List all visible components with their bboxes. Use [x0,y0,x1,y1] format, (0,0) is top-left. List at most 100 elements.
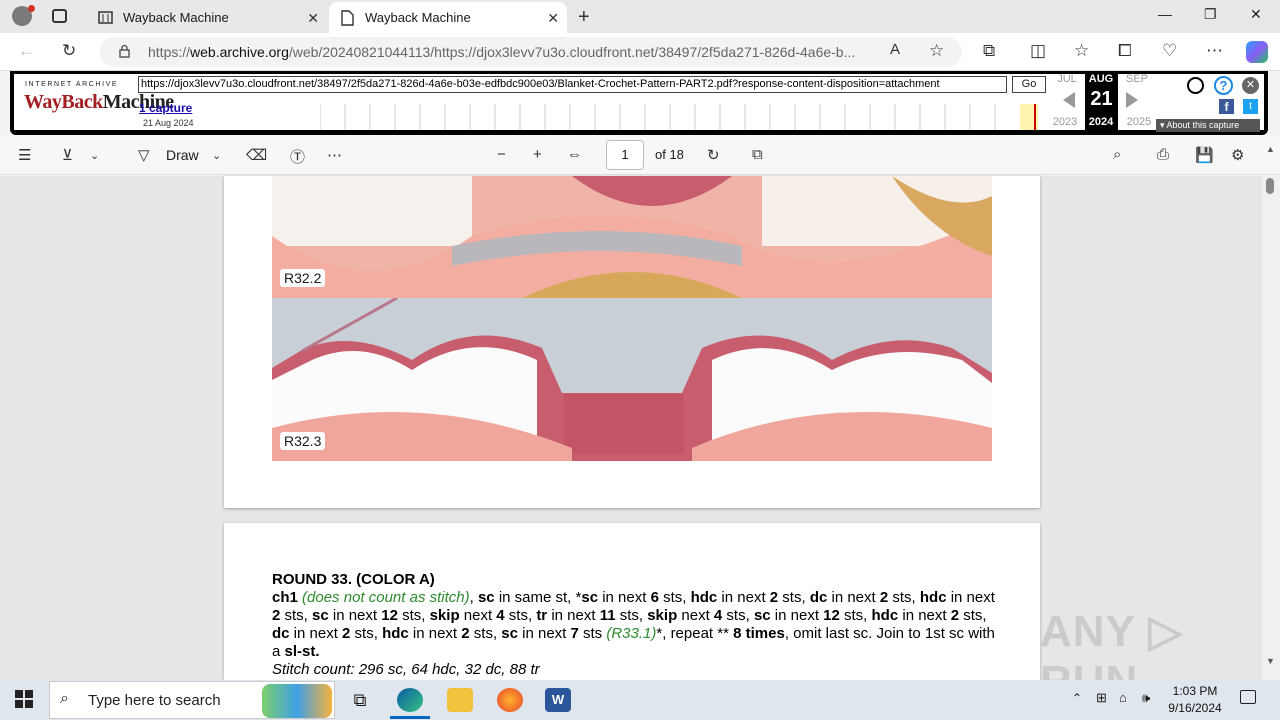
search-icon: ⌕ [60,690,69,707]
tab-wayback-2[interactable]: Wayback Machine ✕ [329,2,567,33]
text: sts, [888,589,920,606]
search-icon[interactable]: ⌕ [1113,146,1121,163]
copilot-icon[interactable] [1246,41,1268,63]
count: 12 [823,607,840,624]
favorite-star-icon[interactable]: ☆ [929,41,944,61]
count: 2 [461,625,470,642]
scroll-thumb[interactable] [1266,178,1274,194]
word-icon[interactable]: W [545,688,571,712]
browser-essentials-icon[interactable]: ♡ [1162,41,1177,61]
notifications-icon[interactable] [1240,690,1256,704]
text-box-icon[interactable]: Ⓣ [290,146,305,167]
erase-icon[interactable]: ⌫ [246,146,267,164]
next-arrow-icon[interactable] [1126,92,1138,108]
settings-more-icon[interactable]: ⋯ [1206,41,1223,61]
back-icon[interactable]: ← [18,41,35,61]
file-explorer-icon[interactable] [447,688,473,712]
repeat-count: 8 times [733,625,785,642]
start-button[interactable] [15,690,33,708]
system-clock[interactable]: 1:03 PM 9/16/2024 [1160,683,1230,717]
volume-icon[interactable]: 🕪 [1142,690,1150,706]
text: sts, [469,625,502,642]
tab-wayback-1[interactable]: Wayback Machine ✕ [87,2,327,33]
lock-icon[interactable] [119,44,130,58]
page-view-icon[interactable]: ⧉ [752,146,763,163]
tab-title: Wayback Machine [123,10,229,25]
next-month[interactable]: SEP [1120,73,1154,85]
logo-way: Way [24,91,62,113]
tab-actions-icon[interactable] [52,9,67,23]
highlight-dropdown-icon[interactable]: ⌄ [90,149,99,162]
text: sts, [778,589,810,606]
table-of-contents-icon[interactable]: ☰ [18,146,31,164]
firefox-icon[interactable] [497,688,523,712]
page-number-input[interactable]: 1 [606,140,644,170]
url-host: web.archive.org [190,44,289,60]
close-tab-icon[interactable]: ✕ [307,10,319,27]
zoom-in-icon[interactable]: + [533,146,542,163]
minimize-button[interactable]: — [1158,6,1172,22]
highlight-icon[interactable]: ⊻ [62,146,73,164]
account-icon[interactable] [1187,77,1204,94]
help-icon[interactable]: ? [1214,76,1233,95]
draw-icon[interactable]: ▽ [138,146,150,164]
captures-link[interactable]: 1 capture [139,101,192,115]
facebook-icon[interactable]: f [1219,99,1234,114]
next-year[interactable]: 2025 [1122,116,1156,128]
wayback-url-input[interactable]: https://djox3levv7u3o.cloudfront.net/384… [138,76,1007,93]
wifi-icon[interactable]: ⌂ [1119,690,1127,705]
clock-date: 9/16/2024 [1168,701,1222,715]
scroll-down-icon[interactable]: ▼ [1266,656,1275,666]
draw-button[interactable]: Draw [166,147,199,163]
photo-reference: (R33.1) [606,625,657,642]
edge-taskbar-icon[interactable] [397,688,423,712]
capture-sparkline[interactable] [320,104,1048,130]
text: sts, [658,589,691,606]
text: in next [898,607,951,624]
maximize-button[interactable]: ❐ [1204,6,1217,23]
about-capture-button[interactable]: ▾ About this capture [1156,119,1260,132]
twitter-icon[interactable]: t [1243,99,1258,114]
new-tab-button[interactable]: + [578,6,590,29]
search-highlight-icon[interactable] [262,684,332,718]
tab-title: Wayback Machine [365,10,471,25]
notification-dot [28,5,35,12]
count: 11 [599,607,616,624]
hdc-term: hdc [690,589,718,606]
sc-term: sc [477,589,495,606]
text: next [677,607,714,624]
scroll-up-icon[interactable]: ▲ [1266,144,1275,154]
search-placeholder: Type here to search [88,691,221,709]
network-icon[interactable]: ⊞ [1096,690,1107,706]
extensions-icon[interactable]: ⧉ [983,41,995,61]
close-window-button[interactable]: ✕ [1250,6,1262,23]
fit-width-icon[interactable]: ⇔ [567,146,582,163]
collections-icon[interactable]: ⧠ [1118,41,1132,61]
text: in next [328,607,382,624]
more-tools-icon[interactable]: ⋯ [327,146,342,164]
wayback-go-button[interactable]: Go [1012,76,1046,93]
save-icon[interactable]: 💾 [1195,146,1214,164]
zoom-out-icon[interactable]: − [497,146,506,163]
settings-gear-icon[interactable]: ⚙ [1231,146,1244,164]
refresh-icon[interactable]: ↻ [62,41,76,61]
print-icon[interactable]: ⎙ [1157,146,1169,163]
close-banner-icon[interactable]: ✕ [1242,77,1259,94]
prev-month[interactable]: JUL [1050,73,1084,85]
tray-chevron-icon[interactable]: ⌃ [1072,691,1082,705]
draw-dropdown-icon[interactable]: ⌄ [212,149,221,162]
prev-year[interactable]: 2023 [1048,116,1082,128]
favorites-icon[interactable]: ☆ [1074,41,1089,61]
scrollbar[interactable]: ▲ ▼ [1262,144,1280,680]
prev-arrow-icon[interactable] [1063,92,1075,108]
split-screen-icon[interactable]: ◫ [1030,41,1046,61]
text: *, repeat ** [656,625,734,642]
address-bar[interactable]: https://web.archive.org/web/202408210441… [100,37,962,67]
rotate-icon[interactable]: ↻ [707,146,720,164]
text: in next [289,625,343,642]
text: in next [946,589,995,606]
close-tab-icon[interactable]: ✕ [547,10,559,27]
read-aloud-icon[interactable]: A [890,41,900,58]
task-view-icon[interactable]: ⧉ [347,688,373,712]
text: in same st, * [494,589,582,606]
